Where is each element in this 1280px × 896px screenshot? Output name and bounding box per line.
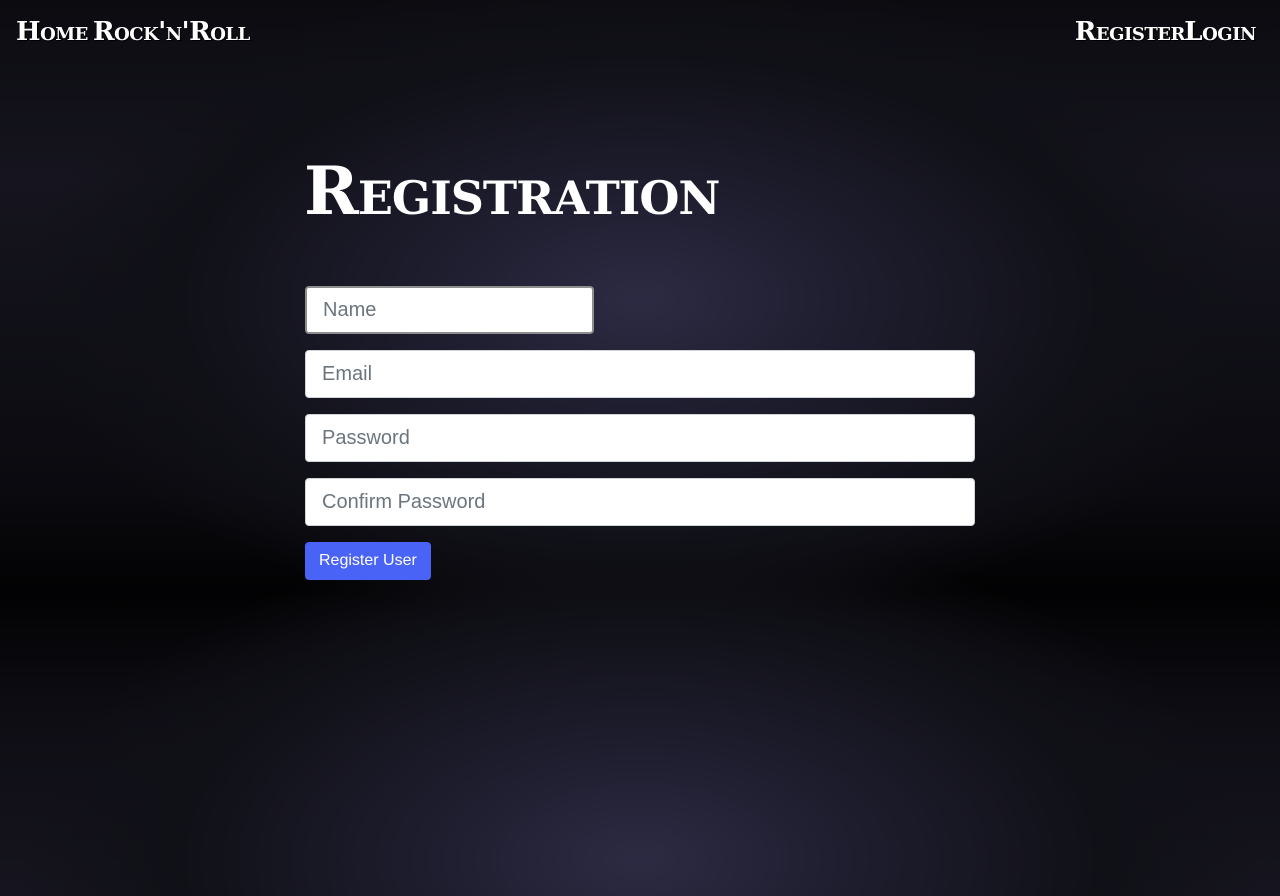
top-navbar: Home Rock'n'Roll Register Login <box>0 0 1280 74</box>
nav-home-link[interactable]: Home <box>16 19 88 45</box>
register-user-button[interactable]: Register User <box>305 542 431 580</box>
page-title: Registration <box>304 152 720 230</box>
nav-register-link[interactable]: Register <box>1075 19 1186 45</box>
password-input[interactable] <box>305 414 975 462</box>
name-input[interactable] <box>305 286 594 334</box>
email-input[interactable] <box>305 350 975 398</box>
nav-login-link[interactable]: Login <box>1184 19 1256 45</box>
nav-rocknroll-link[interactable]: Rock'n'Roll <box>93 19 250 45</box>
confirm-password-input[interactable] <box>305 478 975 526</box>
